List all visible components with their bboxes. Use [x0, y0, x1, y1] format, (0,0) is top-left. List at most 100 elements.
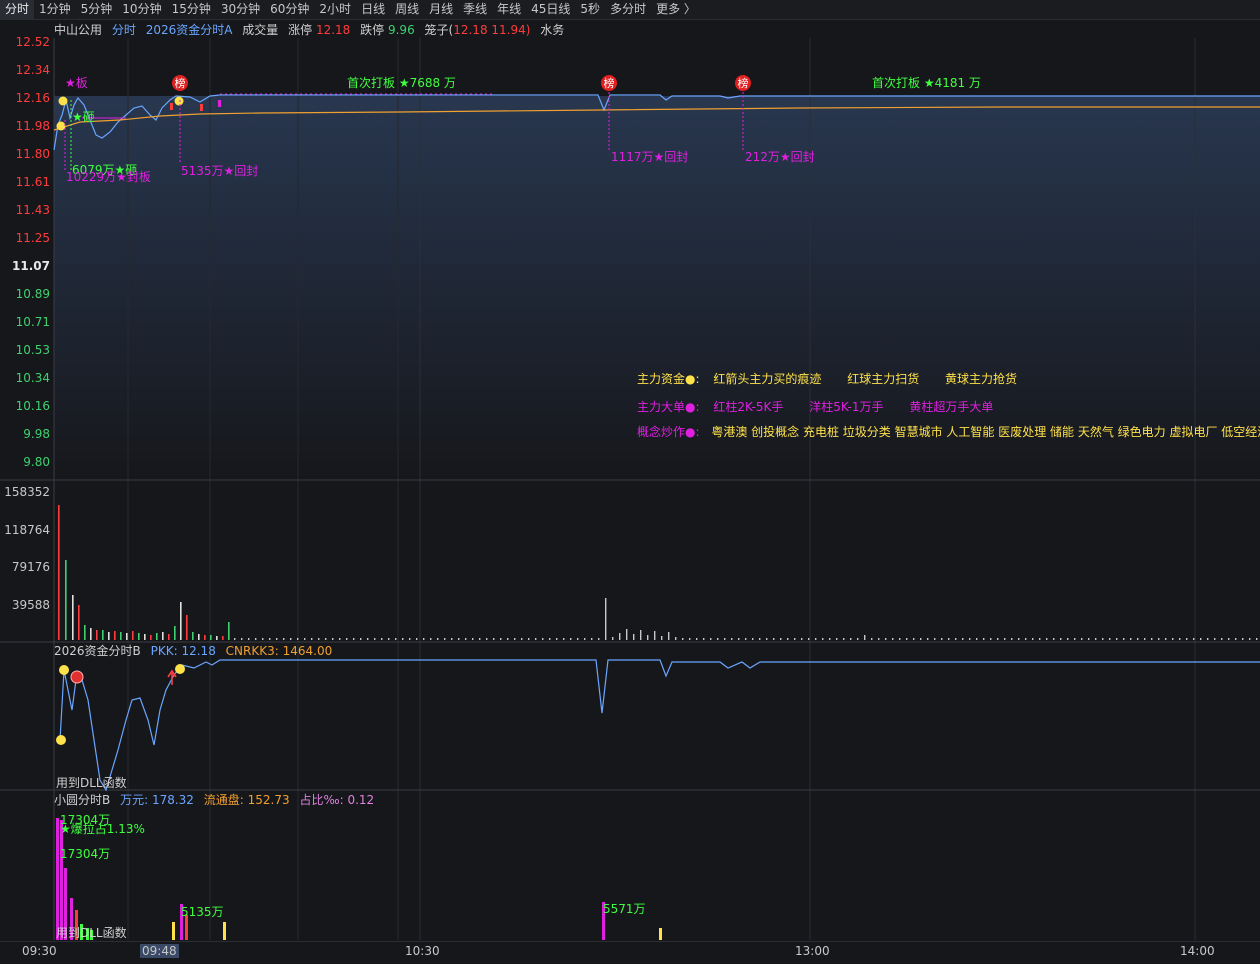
volume-bar — [262, 638, 264, 640]
time-tick-label: 13:00 — [795, 944, 830, 958]
legend-ocean-bar: 洋柱5K-1万手 — [809, 400, 884, 414]
yellow-ball-marker — [58, 96, 68, 106]
volume-bar — [759, 638, 761, 640]
volume-bar — [430, 638, 432, 640]
volume-bar — [58, 505, 60, 640]
volume-bar — [1144, 638, 1146, 640]
panel2-header: 2026资金分时B PKK: 12.18 CNRKK3: 1464.00 — [54, 643, 332, 659]
volume-bar — [269, 638, 271, 640]
panel3-amount-3: 5135万 — [181, 905, 224, 919]
volume-bar — [465, 638, 467, 640]
volume-bar — [325, 638, 327, 640]
yellow-ball-marker — [174, 96, 184, 106]
cnrkk-value: 1464.00 — [282, 644, 333, 658]
volume-bar — [304, 638, 306, 640]
volume-bar — [1018, 638, 1020, 640]
volume-bar — [192, 632, 194, 640]
reseal-label-2: 1117万★回封 — [611, 150, 689, 164]
legend-yellow-bar: 黄柱超万手大单 — [909, 400, 994, 414]
volume-bar — [255, 638, 257, 640]
volume-bar — [864, 635, 866, 640]
volume-bar — [731, 638, 733, 640]
panel3-header: 小圆分时B 万元: 178.32 流通盘: 152.73 占比‰: 0.12 — [54, 792, 374, 808]
volume-bar — [290, 638, 292, 640]
volume-bar — [1249, 638, 1251, 640]
legend-main-funds-title: 主力资金●: — [637, 372, 700, 386]
panel3-name[interactable]: 小圆分时B — [54, 793, 110, 807]
volume-bar — [479, 638, 481, 640]
legend-yellow-ball: 黄球主力抢货 — [945, 372, 1018, 386]
volume-bar — [114, 631, 116, 640]
volume-bar — [1074, 638, 1076, 640]
volume-bar — [682, 638, 684, 640]
volume-bar — [717, 638, 719, 640]
time-tick-label: 09:30 — [22, 944, 57, 958]
volume-bar — [640, 630, 642, 640]
volume-bar — [871, 638, 873, 640]
volume-bar — [374, 638, 376, 640]
volume-bar — [598, 638, 600, 640]
volume-bar — [174, 626, 176, 640]
volume-bar — [493, 638, 495, 640]
volume-bar — [472, 638, 474, 640]
volume-bar — [654, 631, 656, 640]
reseal-label-1: 5135万★回封 — [181, 164, 259, 178]
volume-bar — [822, 638, 824, 640]
volume-bar — [703, 638, 705, 640]
yellow-ball-marker — [56, 735, 66, 745]
intraday-chart[interactable]: 榜榜榜 — [0, 0, 1260, 963]
volume-bar — [126, 633, 128, 640]
volume-bar — [1200, 638, 1202, 640]
volume-bar — [388, 638, 390, 640]
volume-bar — [612, 637, 614, 640]
volume-bar — [1179, 638, 1181, 640]
volume-bar — [339, 638, 341, 640]
first-board-label-1: 首次打板 ★7688 万 — [347, 76, 456, 90]
volume-bar — [668, 632, 670, 640]
volume-bar — [228, 622, 230, 640]
volume-bar — [542, 638, 544, 640]
volume-bar — [416, 638, 418, 640]
bang-badge-label: 榜 — [738, 76, 749, 90]
volume-bar — [647, 635, 649, 640]
volume-bar — [150, 635, 152, 640]
volume-bar — [1193, 638, 1195, 640]
volume-bar — [1004, 638, 1006, 640]
volume-bar — [913, 638, 915, 640]
wan-label: 万元: — [120, 793, 149, 807]
volume-bar — [899, 638, 901, 640]
volume-bar — [1158, 638, 1160, 640]
volume-bar — [948, 638, 950, 640]
volume-bar — [1242, 638, 1244, 640]
volume-bar — [976, 638, 978, 640]
volume-bar — [241, 638, 243, 640]
volume-bar — [1102, 638, 1104, 640]
volume-bar — [955, 638, 957, 640]
volume-bar — [787, 638, 789, 640]
volume-bar — [857, 638, 859, 640]
volume-bar — [168, 634, 170, 640]
volume-bar — [1172, 638, 1174, 640]
volume-bar — [132, 631, 134, 640]
volume-bar — [84, 625, 86, 640]
volume-bar — [591, 638, 593, 640]
order-bar — [218, 100, 221, 107]
panel3-pull-ratio: ★爆拉占1.13% — [60, 822, 145, 836]
panel2-name[interactable]: 2026资金分时B — [54, 644, 141, 658]
volume-bar — [885, 638, 887, 640]
volume-bar — [180, 602, 182, 640]
red-ball-marker — [70, 670, 84, 684]
amount-bar — [56, 818, 59, 940]
volume-bar — [156, 633, 158, 640]
volume-bar — [360, 638, 362, 640]
ratio-value: 0.12 — [347, 793, 375, 807]
cnrkk-label: CNRKK3: — [225, 644, 279, 658]
volume-bar — [198, 634, 200, 640]
volume-bar — [766, 638, 768, 640]
volume-bar — [311, 638, 313, 640]
volume-bar — [836, 638, 838, 640]
reseal-label-3: 212万★回封 — [745, 150, 815, 164]
volume-bar — [1123, 638, 1125, 640]
volume-bar — [934, 638, 936, 640]
volume-bar — [675, 637, 677, 640]
